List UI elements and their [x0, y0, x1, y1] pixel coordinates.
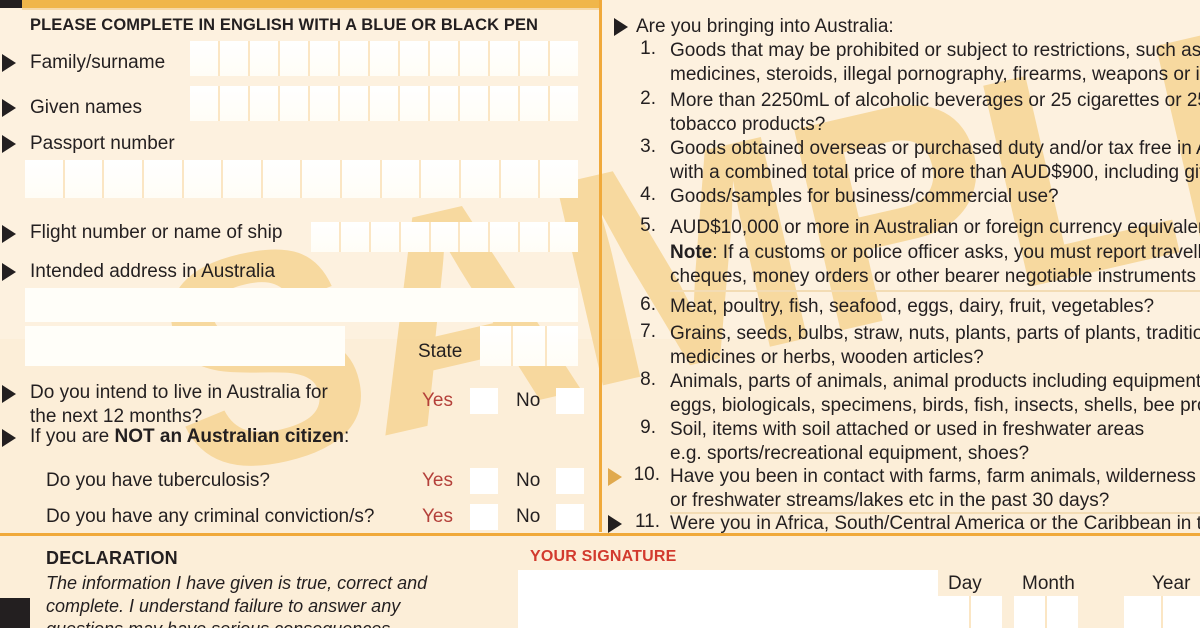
- separator-rule-1: [670, 290, 1200, 292]
- question-6-line1: Meat, poultry, fish, seafood, eggs, dair…: [670, 296, 1155, 317]
- question-11-line1: Were you in Africa, South/Central Americ…: [670, 513, 1200, 534]
- question-number-6: 6.: [640, 294, 656, 315]
- question-9-line2: e.g. sports/recreational equipment, shoe…: [670, 443, 1030, 464]
- question-8-line1: Animals, parts of animals, animal produc…: [670, 371, 1200, 392]
- input-flight-number[interactable]: [311, 222, 579, 252]
- checkbox-no-tuberculosis[interactable]: [556, 468, 584, 494]
- checkbox-yes-criminal-conviction[interactable]: [470, 504, 498, 530]
- question-number-1: 1.: [640, 38, 656, 59]
- question-live-australia-line1: Do you intend to live in Australia for: [30, 382, 328, 403]
- not-citizen-prefix: If you are: [30, 426, 115, 447]
- label-flight-number: Flight number or name of ship: [30, 222, 283, 243]
- note-text: : If a customs or police officer asks, y…: [712, 242, 1200, 263]
- instruction-text: PLEASE COMPLETE IN ENGLISH WITH A BLUE O…: [30, 16, 539, 34]
- question-number-4: 4.: [640, 184, 656, 205]
- checkbox-yes-tuberculosis[interactable]: [470, 468, 498, 494]
- input-day[interactable]: [938, 596, 1002, 628]
- input-address-line2[interactable]: [25, 326, 345, 366]
- declaration-heading: DECLARATION: [46, 548, 178, 568]
- bottom-left-black-marker: [0, 598, 30, 628]
- input-address-line1[interactable]: [25, 288, 578, 322]
- answer-no-tuberculosis[interactable]: No: [516, 470, 540, 492]
- question-2-line1: More than 2250mL of alcoholic beverages …: [670, 90, 1200, 111]
- input-month[interactable]: [1014, 596, 1078, 628]
- bullet-arrow-icon: [2, 385, 16, 403]
- question-10-line1: Have you been in contact with farms, far…: [670, 466, 1200, 487]
- question-5-note-line1: Note: If a customs or police officer ask…: [670, 240, 1200, 265]
- declaration-line1: The information I have given is true, co…: [46, 573, 428, 593]
- label-month: Month: [1022, 573, 1075, 594]
- answer-yes-tuberculosis[interactable]: Yes: [422, 470, 453, 492]
- input-year[interactable]: [1124, 596, 1200, 628]
- question-8-line2: eggs, biologicals, specimens, birds, fis…: [670, 395, 1200, 416]
- label-intended-address: Intended address in Australia: [30, 261, 276, 282]
- right-intro-text: Are you bringing into Australia:: [636, 16, 894, 37]
- answer-no-criminal-conviction[interactable]: No: [516, 506, 540, 528]
- question-7-line2: medicines or herbs, wooden articles?: [670, 347, 984, 368]
- declaration-text: The information I have given is true, co…: [46, 572, 466, 628]
- question-7-line1: Grains, seeds, bulbs, straw, nuts, plant…: [670, 323, 1200, 344]
- question-not-citizen: If you are NOT an Australian citizen:: [30, 426, 349, 448]
- question-5-note-line2: cheques, money orders or other bearer ne…: [670, 266, 1200, 287]
- label-family-surname: Family/surname: [30, 52, 166, 73]
- right-column: Are you bringing into Australia: 1. Good…: [600, 0, 1200, 628]
- checkbox-yes-live-australia[interactable]: [470, 388, 498, 414]
- question-10-line2: or freshwater streams/lakes etc in the p…: [670, 490, 1110, 511]
- checkbox-no-criminal-conviction[interactable]: [556, 504, 584, 530]
- answer-no-live-australia[interactable]: No: [516, 390, 540, 412]
- question-number-3: 3.: [640, 136, 656, 157]
- input-given-names[interactable]: [190, 86, 578, 121]
- question-9-line1: Soil, items with soil attached or used i…: [670, 419, 1145, 440]
- question-tuberculosis: Do you have tuberculosis?: [46, 470, 270, 491]
- question-5-line1: AUD$10,000 or more in Australian or fore…: [670, 217, 1200, 238]
- bullet-arrow-icon: [608, 515, 622, 533]
- bullet-arrow-icon: [2, 135, 16, 153]
- question-number-8: 8.: [640, 369, 656, 390]
- question-4-line1: Goods/samples for business/commercial us…: [670, 186, 1059, 207]
- input-family-surname[interactable]: [190, 41, 578, 76]
- declaration-line3: questions may have serious consequences: [46, 618, 466, 628]
- bullet-arrow-icon: [2, 54, 16, 72]
- label-state: State: [418, 341, 463, 362]
- declaration-line2: complete. I understand failure to answer…: [46, 596, 401, 616]
- question-1-line1: Goods that may be prohibited or subject …: [670, 40, 1200, 61]
- question-number-5: 5.: [640, 215, 656, 236]
- signature-label: YOUR SIGNATURE: [530, 548, 677, 565]
- bullet-arrow-icon: [2, 429, 16, 447]
- left-column: PLEASE COMPLETE IN ENGLISH WITH A BLUE O…: [0, 0, 600, 628]
- bullet-arrow-icon: [2, 225, 16, 243]
- input-state[interactable]: [480, 326, 578, 366]
- question-1-line2: medicines, steroids, illegal pornography…: [670, 64, 1200, 85]
- note-bold-label: Note: [670, 242, 713, 263]
- label-given-names: Given names: [30, 97, 142, 118]
- incoming-passenger-card: SAMPLE PLEASE COMPLETE IN ENGLISH WITH A…: [0, 0, 1200, 628]
- answer-yes-live-australia[interactable]: Yes: [422, 390, 453, 412]
- question-number-9: 9.: [640, 417, 656, 438]
- question-number-10: 10.: [633, 464, 660, 485]
- checkbox-no-live-australia[interactable]: [556, 388, 584, 414]
- bullet-arrow-icon: [608, 468, 622, 486]
- bullet-arrow-icon: [614, 18, 628, 36]
- label-year: Year: [1152, 573, 1191, 594]
- bullet-arrow-icon: [2, 263, 16, 281]
- question-3-line2: with a combined total price of more than…: [670, 162, 1200, 183]
- question-2-line2: tobacco products?: [670, 114, 826, 135]
- input-passport-number[interactable]: [25, 160, 578, 198]
- question-number-2: 2.: [640, 88, 656, 109]
- question-criminal-conviction: Do you have any criminal conviction/s?: [46, 506, 375, 527]
- signature-input[interactable]: [518, 570, 938, 628]
- label-day: Day: [948, 573, 982, 594]
- question-number-7: 7.: [640, 321, 656, 342]
- question-3-line1: Goods obtained overseas or purchased dut…: [670, 138, 1200, 159]
- question-live-australia-line2: the next 12 months?: [30, 406, 203, 427]
- question-number-11: 11.: [634, 511, 660, 532]
- answer-yes-criminal-conviction[interactable]: Yes: [422, 506, 453, 528]
- label-passport-number: Passport number: [30, 133, 175, 154]
- bullet-arrow-icon: [2, 99, 16, 117]
- not-citizen-bold: NOT an Australian citizen: [114, 426, 344, 447]
- not-citizen-suffix: :: [343, 426, 350, 447]
